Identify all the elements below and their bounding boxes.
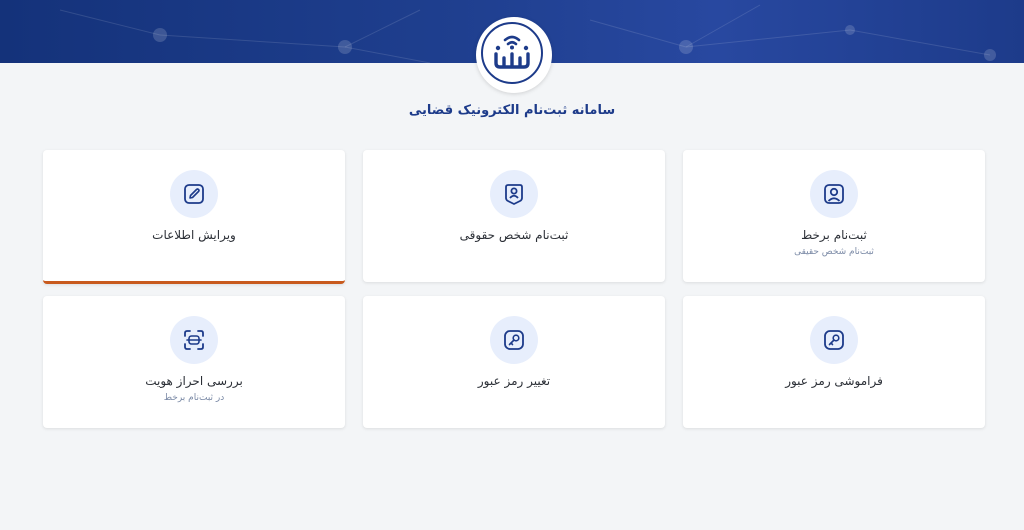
card-identity-verification-check[interactable]: بررسی احراز هویت در ثبت‌نام برخط <box>43 296 345 428</box>
logo <box>476 17 552 93</box>
card-edit-information[interactable]: ویرایش اطلاعات <box>43 150 345 284</box>
card-subtitle: ثبت‌نام شخص حقیقی <box>794 247 874 257</box>
edit-pencil-icon <box>184 184 204 204</box>
card-label: بررسی احراز هویت <box>145 374 243 388</box>
card-change-password[interactable]: تغییر رمز عبور <box>363 296 665 428</box>
icon-circle <box>170 170 218 218</box>
icon-circle <box>490 170 538 218</box>
card-label: تغییر رمز عبور <box>477 374 551 388</box>
card-label: ثبت‌نام برخط <box>801 228 867 242</box>
logo-ring <box>481 22 543 84</box>
user-square-icon <box>824 184 844 204</box>
card-online-registration[interactable]: ثبت‌نام برخط ثبت‌نام شخص حقیقی <box>683 150 985 282</box>
key-icon <box>504 330 524 350</box>
card-legal-entity-registration[interactable]: ثبت‌نام شخص حقوقی <box>363 150 665 282</box>
scan-icon <box>184 330 204 350</box>
icon-circle <box>170 316 218 364</box>
icon-circle <box>490 316 538 364</box>
sana-logo-icon <box>494 35 530 69</box>
user-badge-icon <box>505 184 523 205</box>
card-label: ویرایش اطلاعات <box>152 228 236 242</box>
card-subtitle: در ثبت‌نام برخط <box>163 393 225 403</box>
page-title: سامانه ثبت‌نام الکترونیک قضایی <box>408 103 616 118</box>
key-icon <box>824 330 844 350</box>
card-forgot-password[interactable]: فراموشی رمز عبور <box>683 296 985 428</box>
icon-circle <box>810 316 858 364</box>
card-label: فراموشی رمز عبور <box>785 374 883 388</box>
icon-circle <box>810 170 858 218</box>
card-label: ثبت‌نام شخص حقوقی <box>459 228 569 242</box>
